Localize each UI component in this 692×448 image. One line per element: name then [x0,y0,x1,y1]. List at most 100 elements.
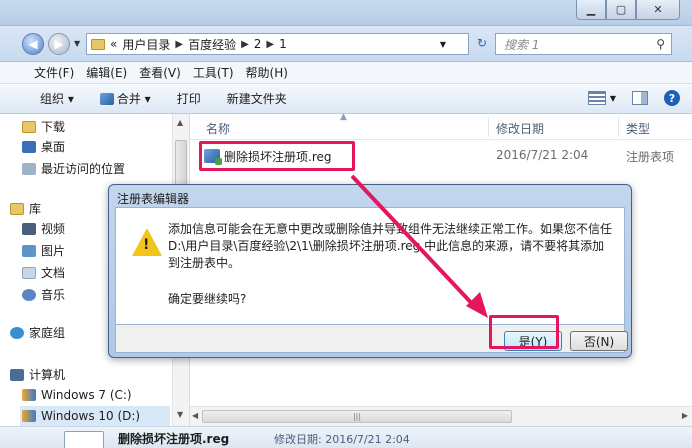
menu-help[interactable]: 帮助(H) [246,64,288,81]
nav-item-desktop[interactable]: 桌面 [22,138,65,155]
dialog-message: 添加信息可能会在无意中更改或删除值并导致组件无法继续正常工作。如果您不信任 D:… [168,222,613,270]
breadcrumb-item[interactable]: 2 [254,37,262,51]
nav-label: 计算机 [29,368,66,382]
library-icon [10,202,24,215]
nav-item-libraries[interactable]: 库 [10,200,41,217]
dialog-title: 注册表编辑器 [117,192,190,206]
scroll-left-icon[interactable]: ◀ [192,411,198,420]
chevron-right-icon[interactable]: ▶ [175,39,183,50]
address-bar[interactable]: « 用户目录 ▶ 百度经验 ▶ 2 ▶ 1 ▼ [86,33,469,55]
merge-button[interactable]: 合并 ▾ [99,90,151,107]
nav-item-computer[interactable]: 计算机 [10,366,65,383]
homegroup-icon [10,326,24,339]
new-folder-button[interactable]: 新建文件夹 [227,90,287,107]
scrollbar-thumb[interactable]: ||| [202,410,512,423]
details-pane: 删除损坏注册项.reg 修改日期: 2016/7/21 2:04 [0,426,692,448]
chevron-right-icon[interactable]: ▶ [241,39,249,50]
nav-label: 下载 [41,120,66,134]
column-type[interactable]: 类型 [626,120,650,137]
horizontal-scrollbar[interactable]: ◀ ||| ▶ [190,406,692,426]
address-dropdown-icon[interactable]: ▼ [440,40,446,49]
nav-item-pictures[interactable]: 图片 [22,242,65,259]
nav-item-homegroup[interactable]: 家庭组 [10,324,65,341]
help-icon[interactable]: ? [664,90,680,106]
column-header-row: 名称 ▲ 修改日期 类型 [190,112,692,140]
recent-pages-dropdown[interactable]: ▼ [74,39,80,48]
breadcrumb-prefix[interactable]: « [110,37,117,51]
back-button[interactable]: ◀ [22,33,44,55]
nav-item-recent[interactable]: 最近访问的位置 [22,160,125,177]
music-icon [22,288,36,301]
menu-tools[interactable]: 工具(T) [193,64,234,81]
menu-bar: 文件(F) 编辑(E) 查看(V) 工具(T) 帮助(H) [0,62,692,84]
organize-button[interactable]: 组织 ▾ [40,90,74,107]
nav-item-videos[interactable]: 视频 [22,220,65,237]
nav-item-documents[interactable]: 文档 [22,264,65,281]
print-button[interactable]: 打印 [177,90,201,107]
maximize-button[interactable]: ▢ [606,0,636,20]
column-divider[interactable] [618,117,619,137]
nav-label: 家庭组 [29,326,66,340]
folder-icon [91,38,105,50]
scroll-right-icon[interactable]: ▶ [682,411,688,420]
video-icon [22,222,36,235]
scroll-down-icon[interactable]: ▼ [177,410,183,419]
file-thumbnail-icon [64,431,104,448]
menu-file[interactable]: 文件(F) [34,64,74,81]
drive-icon [22,389,36,401]
nav-label: 最近访问的位置 [41,162,126,176]
view-dropdown-icon[interactable]: ▼ [610,94,616,103]
dialog-body: ! 添加信息可能会在无意中更改或删除值并导致组件无法继续正常工作。如果您不信任 … [115,207,625,325]
nav-label: 文档 [41,266,66,280]
menu-edit[interactable]: 编辑(E) [86,64,127,81]
downloads-icon [22,120,36,133]
minimize-button[interactable]: ▁ [576,0,606,20]
window-titlebar: ▁ ▢ ✕ [0,0,692,26]
forward-button[interactable]: ▶ [48,33,70,55]
chevron-right-icon[interactable]: ▶ [266,39,274,50]
nav-label: 库 [29,202,42,216]
warning-mark: ! [143,237,150,253]
search-placeholder: 搜索 1 [504,37,540,52]
print-label: 打印 [176,92,201,106]
column-divider[interactable] [488,117,489,137]
recent-places-icon [22,162,36,175]
nav-label: Windows 10 (D:) [41,409,141,423]
arrow-right-icon: ▶ [54,37,64,51]
maximize-icon: ▢ [615,3,627,16]
minimize-icon: ▁ [586,3,596,16]
arrow-left-icon: ◀ [28,37,38,51]
refresh-button[interactable]: ↻ [472,36,492,52]
scroll-up-icon[interactable]: ▲ [177,118,183,127]
search-input[interactable]: 搜索 1 ⚲ [495,33,672,55]
nav-label: 视频 [41,222,66,236]
window-controls: ▁ ▢ ✕ [576,0,680,20]
menu-view[interactable]: 查看(V) [139,64,181,81]
nav-item-music[interactable]: 音乐 [22,286,65,303]
refresh-icon: ↻ [476,36,488,50]
nav-label: 图片 [41,244,66,258]
change-view-icon[interactable] [587,91,606,105]
close-icon: ✕ [653,3,663,16]
nav-label: 音乐 [41,288,66,302]
close-button[interactable]: ✕ [636,0,680,20]
nav-item-drive-d[interactable]: Windows 10 (D:) [20,406,170,426]
nav-item-downloads[interactable]: 下载 [22,118,65,135]
breadcrumb-item[interactable]: 百度经验 [188,36,236,53]
desktop-icon [22,140,36,153]
file-highlight-box [199,141,355,171]
address-row: ◀ ▶ ▼ « 用户目录 ▶ 百度经验 ▶ 2 ▶ 1 ▼ ↻ 搜索 1 ⚲ [0,26,692,62]
yes-highlight-box [489,315,559,349]
column-date[interactable]: 修改日期 [496,120,544,137]
breadcrumb-item[interactable]: 1 [279,37,287,51]
file-type: 注册表项 [626,150,675,164]
nav-item-drive-c[interactable]: Windows 7 (C:) [22,388,132,402]
column-name[interactable]: 名称 [206,120,230,137]
no-button[interactable]: 否(N) [570,331,628,351]
preview-pane-icon[interactable] [632,91,648,105]
search-icon[interactable]: ⚲ [656,37,665,51]
breadcrumb-item[interactable]: 用户目录 [122,36,170,53]
documents-icon [22,266,36,279]
command-toolbar: 组织 ▾ 合并 ▾ 打印 新建文件夹 ▼ ? [0,84,692,114]
nav-label: Windows 7 (C:) [41,388,132,402]
